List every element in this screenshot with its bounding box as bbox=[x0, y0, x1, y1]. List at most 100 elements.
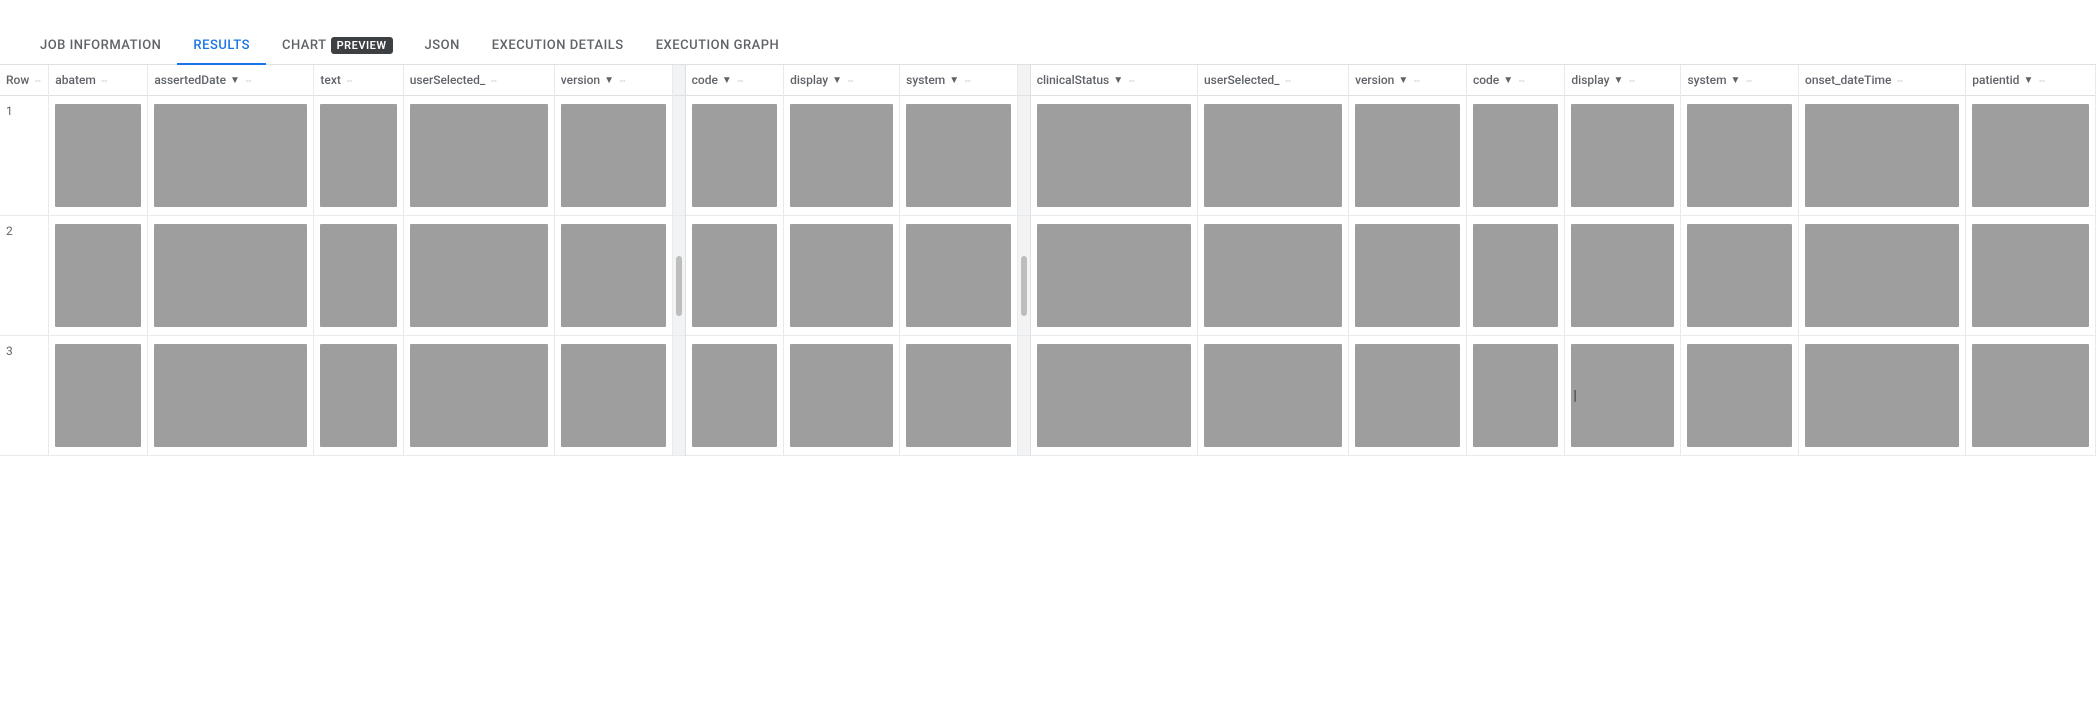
resize-handle-display2[interactable]: ⇔ bbox=[1627, 75, 1636, 86]
table-container[interactable]: Row ⇔abatem ⇔assertedDate▼ ⇔text ⇔userSe… bbox=[0, 65, 2096, 456]
resize-handle-row[interactable]: ⇔ bbox=[33, 75, 42, 86]
resize-handle-version1[interactable]: ⇔ bbox=[618, 75, 627, 86]
col-header-system2[interactable]: system▼ ⇔ bbox=[1681, 65, 1799, 96]
cell-content bbox=[790, 224, 893, 327]
cell-content bbox=[1355, 104, 1460, 207]
cell-userSelected1-row2 bbox=[403, 336, 554, 456]
scroll-indicator[interactable] bbox=[676, 256, 682, 316]
cell-content bbox=[692, 224, 777, 327]
resize-handle-assertedDate[interactable]: ⇔ bbox=[244, 75, 253, 86]
cell-code2-row2 bbox=[1466, 336, 1564, 456]
col-header-assertedDate[interactable]: assertedDate▼ ⇔ bbox=[148, 65, 314, 96]
cell-display1-row0 bbox=[784, 96, 900, 216]
cell-text-row0 bbox=[314, 96, 403, 216]
sort-icon-patientid[interactable]: ▼ bbox=[2023, 75, 2033, 86]
cell-system1-row0 bbox=[900, 96, 1018, 216]
cell-patientid-row1 bbox=[1966, 216, 2096, 336]
cell-userSelected1-row1 bbox=[403, 216, 554, 336]
cell-onsetDateTime-row1 bbox=[1799, 216, 1966, 336]
cell-display2-row1 bbox=[1565, 216, 1681, 336]
sort-icon-version2[interactable]: ▼ bbox=[1398, 75, 1408, 86]
resize-handle-code1[interactable]: ⇔ bbox=[736, 75, 745, 86]
resize-handle-code2[interactable]: ⇔ bbox=[1517, 75, 1526, 86]
cell-content bbox=[55, 344, 141, 447]
resize-handle-clinicalStatus[interactable]: ⇔ bbox=[1127, 75, 1136, 86]
tab-execution-details[interactable]: EXECUTION DETAILS bbox=[476, 28, 640, 65]
cell-patientid-row0 bbox=[1966, 96, 2096, 216]
resize-handle-userSelected2[interactable]: ⇔ bbox=[1284, 75, 1293, 86]
sort-icon-display2[interactable]: ▼ bbox=[1613, 75, 1623, 86]
cell-row-row1: 2 bbox=[0, 216, 49, 336]
resize-handle-abatemr[interactable]: ⇔ bbox=[100, 75, 109, 86]
sort-icon-code2[interactable]: ▼ bbox=[1503, 75, 1513, 86]
cell-content bbox=[1687, 344, 1792, 447]
resize-handle-userSelected1[interactable]: ⇔ bbox=[489, 75, 498, 86]
cell-content bbox=[154, 344, 307, 447]
cell-content bbox=[1805, 224, 1959, 327]
cell-content bbox=[154, 224, 307, 327]
resize-handle-system2[interactable]: ⇔ bbox=[1744, 75, 1753, 86]
cell-content bbox=[561, 224, 666, 327]
cell-assertedDate-row1 bbox=[148, 216, 314, 336]
cell-content bbox=[790, 344, 893, 447]
sort-icon-version1[interactable]: ▼ bbox=[604, 75, 614, 86]
cell-code1-row2 bbox=[685, 336, 783, 456]
cell-code2-row0 bbox=[1466, 96, 1564, 216]
cell-version1-row0 bbox=[554, 96, 672, 216]
cell-version2-row1 bbox=[1349, 216, 1467, 336]
col-header-display2[interactable]: display▼ ⇔ bbox=[1565, 65, 1681, 96]
cell-content bbox=[320, 344, 396, 447]
tabs-container: JOB INFORMATIONRESULTSCHARTPREVIEWJSONEX… bbox=[0, 28, 2096, 65]
col-header-separator2 bbox=[1017, 65, 1030, 96]
cell-content bbox=[1204, 224, 1342, 327]
cell-separator1-row1 bbox=[672, 216, 685, 336]
cell-content bbox=[790, 104, 893, 207]
col-header-code1[interactable]: code▼ ⇔ bbox=[685, 65, 783, 96]
cell-text-row1 bbox=[314, 216, 403, 336]
tab-json[interactable]: JSON bbox=[409, 28, 476, 65]
cell-separator2-row1 bbox=[1017, 216, 1030, 336]
cell-onsetDateTime-row0 bbox=[1799, 96, 1966, 216]
cell-userSelected2-row2 bbox=[1198, 336, 1349, 456]
cell-clinicalStatus-row2 bbox=[1030, 336, 1197, 456]
sort-icon-display1[interactable]: ▼ bbox=[832, 75, 842, 86]
col-header-abatemr: abatem ⇔ bbox=[49, 65, 148, 96]
col-header-version1[interactable]: version▼ ⇔ bbox=[554, 65, 672, 96]
cell-separator2-row2 bbox=[1017, 336, 1030, 456]
resize-handle-onsetDateTime[interactable]: ⇔ bbox=[1895, 75, 1904, 86]
col-header-code2[interactable]: code▼ ⇔ bbox=[1466, 65, 1564, 96]
resize-handle-patientid[interactable]: ⇔ bbox=[2037, 75, 2046, 86]
resize-handle-version2[interactable]: ⇔ bbox=[1412, 75, 1421, 86]
tab-results[interactable]: RESULTS bbox=[177, 28, 266, 65]
cell-system2-row1 bbox=[1681, 216, 1799, 336]
col-header-version2[interactable]: version▼ ⇔ bbox=[1349, 65, 1467, 96]
col-header-system1[interactable]: system▼ ⇔ bbox=[900, 65, 1018, 96]
sort-icon-code1[interactable]: ▼ bbox=[722, 75, 732, 86]
cell-content bbox=[1037, 224, 1191, 327]
col-header-clinicalStatus[interactable]: clinicalStatus▼ ⇔ bbox=[1030, 65, 1197, 96]
cell-content bbox=[1805, 344, 1959, 447]
col-header-row: Row ⇔ bbox=[0, 65, 49, 96]
sort-icon-clinicalStatus[interactable]: ▼ bbox=[1113, 75, 1123, 86]
resize-handle-text[interactable]: ⇔ bbox=[345, 75, 354, 86]
preview-badge: PREVIEW bbox=[331, 37, 393, 54]
tab-chart[interactable]: CHARTPREVIEW bbox=[266, 28, 409, 65]
sort-icon-system1[interactable]: ▼ bbox=[949, 75, 959, 86]
sort-icon-assertedDate[interactable]: ▼ bbox=[230, 75, 240, 86]
table-row: 2 bbox=[0, 216, 2096, 336]
cell-abatemr-row2 bbox=[49, 336, 148, 456]
tab-execution-graph[interactable]: EXECUTION GRAPH bbox=[640, 28, 796, 65]
resize-handle-system1[interactable]: ⇔ bbox=[963, 75, 972, 86]
cell-assertedDate-row2 bbox=[148, 336, 314, 456]
col-header-display1[interactable]: display▼ ⇔ bbox=[784, 65, 900, 96]
cell-separator1-row2 bbox=[672, 336, 685, 456]
sort-icon-system2[interactable]: ▼ bbox=[1731, 75, 1741, 86]
results-table: Row ⇔abatem ⇔assertedDate▼ ⇔text ⇔userSe… bbox=[0, 65, 2096, 456]
col-header-patientid[interactable]: patientid▼ ⇔ bbox=[1966, 65, 2096, 96]
cell-content bbox=[1972, 224, 2089, 327]
resize-handle-display1[interactable]: ⇔ bbox=[846, 75, 855, 86]
tab-job-information[interactable]: JOB INFORMATION bbox=[24, 28, 177, 65]
scroll-indicator[interactable] bbox=[1021, 256, 1027, 316]
cell-content bbox=[410, 224, 548, 327]
cell-content bbox=[1687, 224, 1792, 327]
